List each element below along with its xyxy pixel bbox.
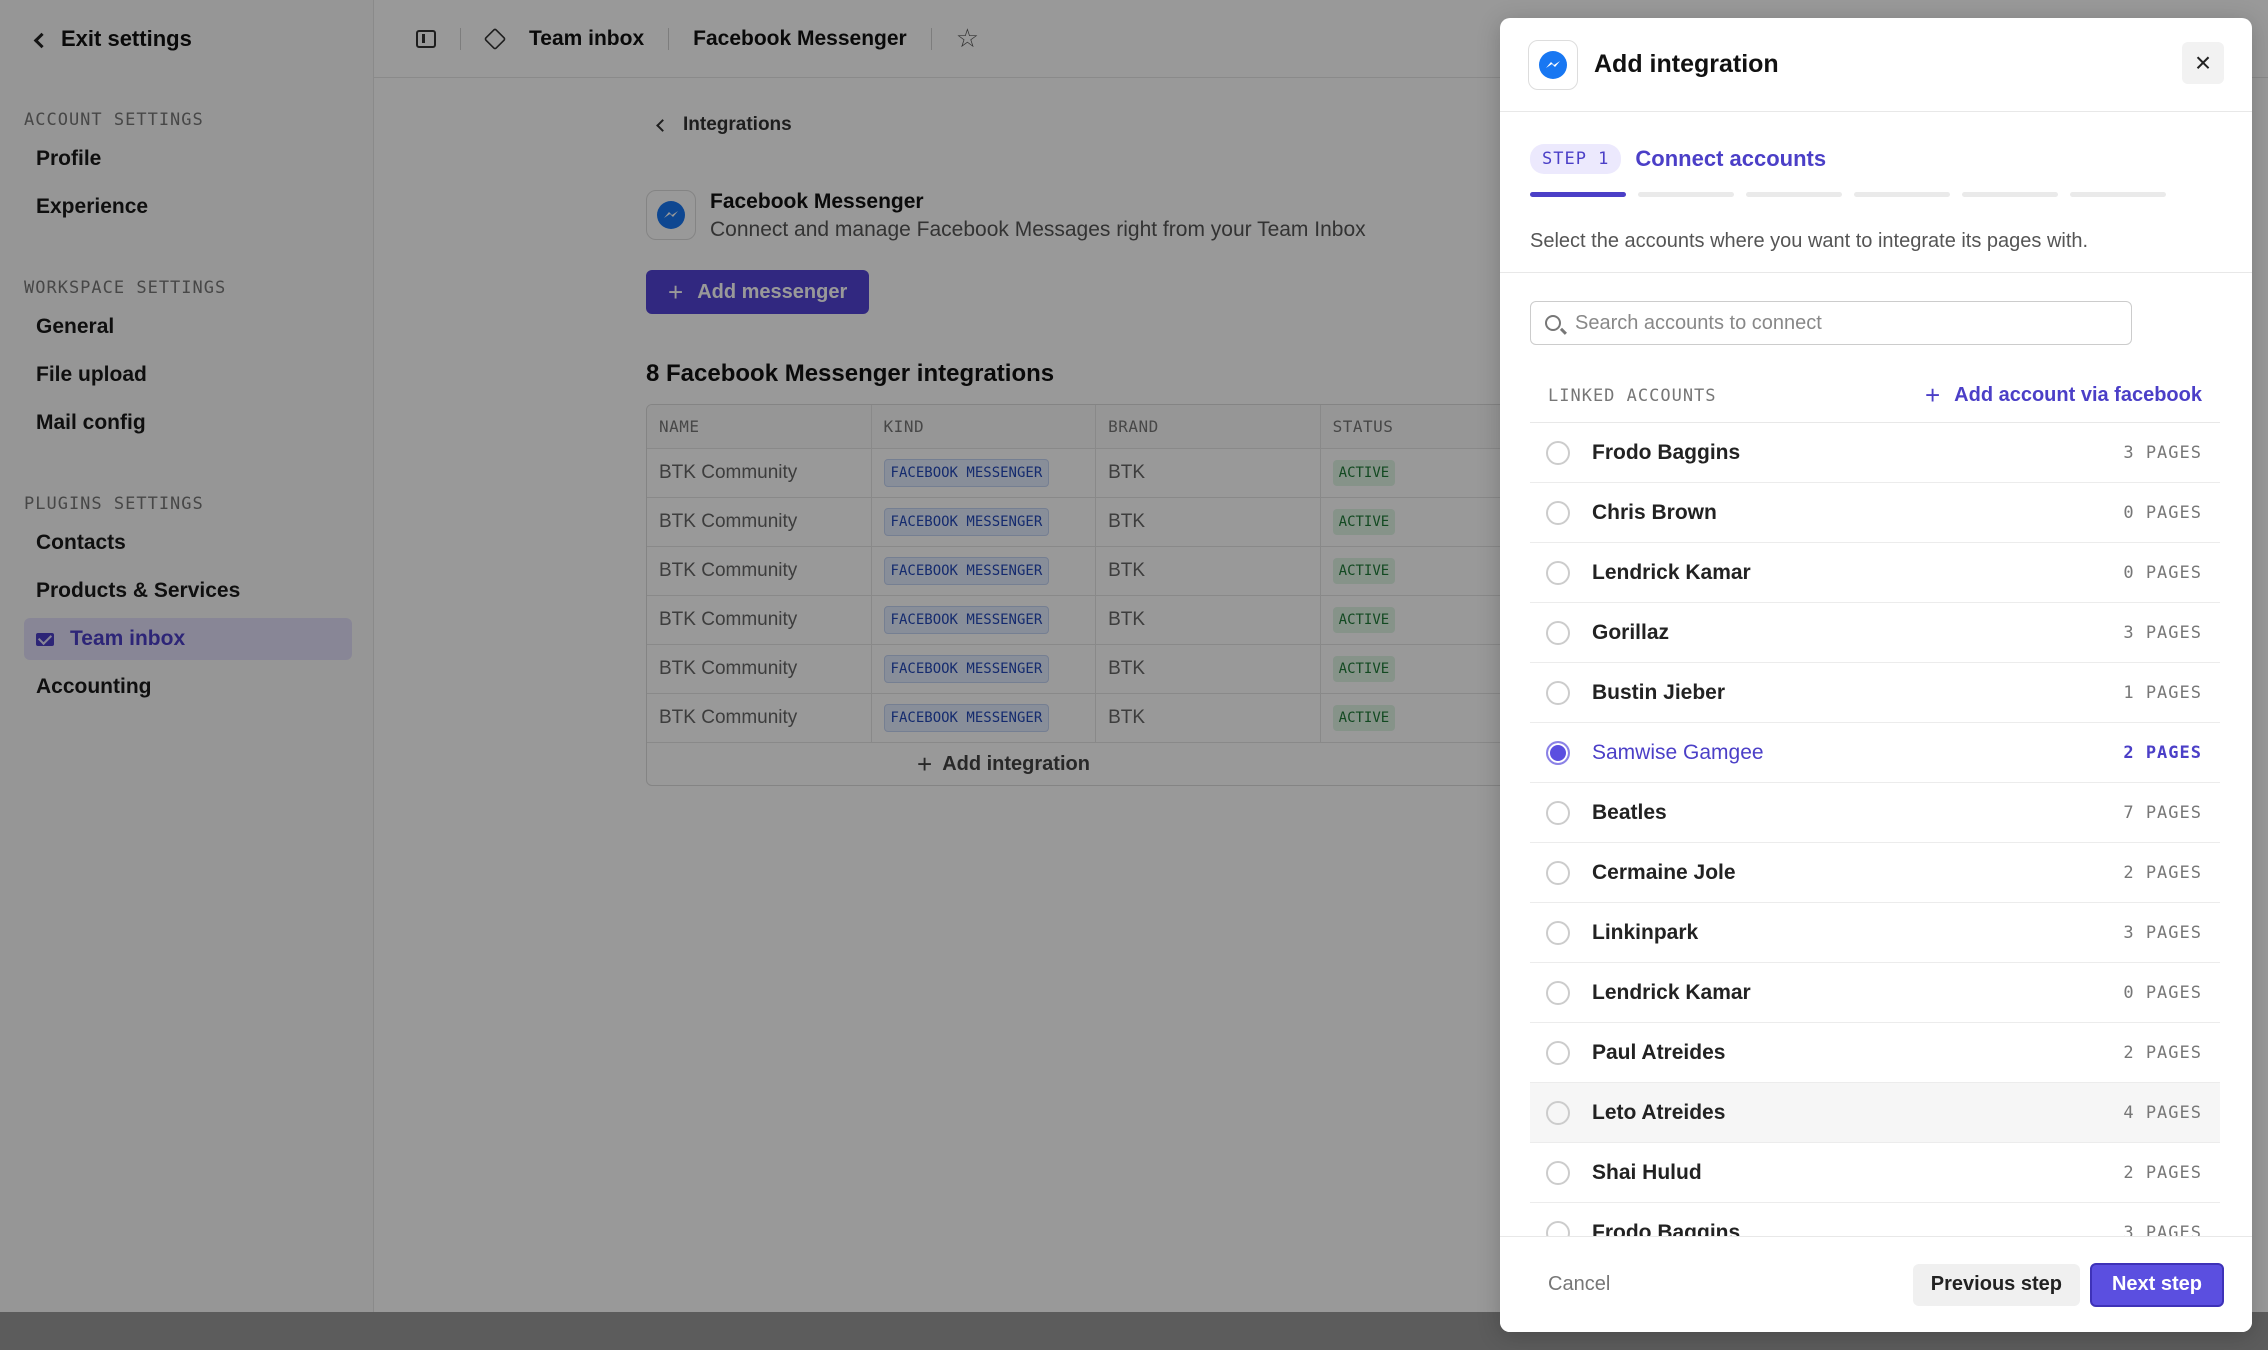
account-page-count: 7 PAGES [2123, 802, 2202, 823]
account-page-count: 4 PAGES [2123, 1102, 2202, 1123]
account-row[interactable]: Bustin Jieber 1 PAGES [1530, 663, 2220, 723]
account-name: Gorillaz [1592, 620, 1670, 644]
account-radio[interactable] [1546, 680, 1570, 705]
modal-footer: Cancel Previous step Next step [1500, 1236, 2252, 1332]
account-name: Lendrick Kamar [1592, 980, 1751, 1004]
search-input[interactable] [1575, 311, 2095, 335]
search-icon [1545, 315, 1561, 331]
add-integration-modal: Add integration × STEP 1 Connect account… [1500, 18, 2252, 1332]
close-button[interactable]: × [2182, 42, 2224, 84]
progress-segment [1746, 192, 1842, 197]
previous-step-button[interactable]: Previous step [1912, 1263, 2080, 1306]
account-radio[interactable] [1546, 440, 1570, 465]
add-account-via-facebook-button[interactable]: + Add account via facebook [1925, 380, 2220, 411]
account-page-count: 3 PAGES [2123, 622, 2202, 643]
account-page-count: 2 PAGES [2123, 1042, 2202, 1063]
progress-segment [2070, 192, 2166, 197]
account-page-count: 2 PAGES [2123, 1162, 2202, 1183]
account-name: Leto Atreides [1592, 1100, 1726, 1124]
account-radio[interactable] [1546, 1100, 1570, 1125]
account-row[interactable]: Cermaine Jole 2 PAGES [1530, 843, 2220, 903]
divider [1500, 272, 2252, 273]
account-page-count: 0 PAGES [2123, 982, 2202, 1003]
step-description: Select the accounts where you want to in… [1530, 230, 2089, 252]
account-page-count: 3 PAGES [2123, 922, 2202, 943]
account-name: Linkinpark [1592, 920, 1699, 944]
account-name: Frodo Baggins [1592, 440, 1741, 464]
account-radio[interactable] [1546, 500, 1570, 525]
account-name: Lendrick Kamar [1592, 560, 1751, 584]
progress-segment [1854, 192, 1950, 197]
progress-segment [1530, 192, 1626, 197]
account-radio[interactable] [1546, 560, 1570, 585]
account-row[interactable]: Linkinpark 3 PAGES [1530, 903, 2220, 963]
add-account-label: Add account via facebook [1954, 384, 2202, 406]
account-name: Beatles [1592, 800, 1667, 824]
account-row[interactable]: Beatles 7 PAGES [1530, 783, 2220, 843]
step-progress [1530, 192, 2166, 197]
account-radio[interactable] [1546, 1160, 1570, 1185]
accounts-list[interactable]: Frodo Baggins 3 PAGES Chris Brown 0 PAGES Le… [1530, 422, 2220, 1254]
account-page-count: 2 PAGES [2123, 742, 2202, 763]
linked-accounts-header: LINKED ACCOUNTS + Add account via facebo… [1530, 380, 2220, 411]
next-step-button[interactable]: Next step [2089, 1262, 2224, 1307]
account-row[interactable]: Leto Atreides 4 PAGES [1530, 1083, 2220, 1143]
account-radio[interactable] [1546, 800, 1570, 825]
account-name: Shai Hulud [1592, 1160, 1702, 1184]
account-radio[interactable] [1546, 620, 1570, 645]
account-name: Bustin Jieber [1592, 680, 1726, 704]
modal-title: Add integration [1594, 50, 1779, 78]
account-radio[interactable] [1546, 980, 1570, 1005]
account-row[interactable]: Shai Hulud 2 PAGES [1530, 1143, 2220, 1203]
close-icon: × [2194, 47, 2212, 78]
account-name: Paul Atreides [1592, 1040, 1726, 1064]
linked-accounts-label: LINKED ACCOUNTS [1548, 385, 1717, 406]
cancel-button[interactable]: Cancel [1548, 1273, 1913, 1296]
account-page-count: 2 PAGES [2123, 862, 2202, 883]
step-label: Connect accounts [1635, 146, 1827, 171]
plus-icon: + [1924, 380, 1941, 410]
account-name: Cermaine Jole [1592, 860, 1736, 884]
modal-header: Add integration [1500, 18, 2252, 112]
progress-segment [1962, 192, 2058, 197]
account-name: Chris Brown [1592, 500, 1717, 524]
progress-segment [1638, 192, 1734, 197]
account-page-count: 1 PAGES [2123, 682, 2202, 703]
step-badge: STEP 1 [1530, 144, 1622, 174]
account-row[interactable]: Gorillaz 3 PAGES [1530, 603, 2220, 663]
search-accounts-field[interactable] [1530, 301, 2132, 345]
account-page-count: 0 PAGES [2123, 562, 2202, 583]
account-radio[interactable] [1546, 1040, 1570, 1065]
account-name: Samwise Gamgee [1592, 740, 1764, 764]
account-row[interactable]: Paul Atreides 2 PAGES [1530, 1023, 2220, 1083]
account-radio[interactable] [1546, 740, 1570, 765]
account-page-count: 0 PAGES [2123, 502, 2202, 523]
messenger-logo-icon [1528, 39, 1578, 90]
step-indicator: STEP 1 Connect accounts [1530, 144, 1826, 174]
account-row[interactable]: Lendrick Kamar 0 PAGES [1530, 543, 2220, 603]
account-page-count: 3 PAGES [2123, 442, 2202, 463]
account-row[interactable]: Chris Brown 0 PAGES [1530, 483, 2220, 543]
account-row[interactable]: Lendrick Kamar 0 PAGES [1530, 963, 2220, 1023]
account-row[interactable]: Samwise Gamgee 2 PAGES [1530, 723, 2220, 783]
account-row[interactable]: Frodo Baggins 3 PAGES [1530, 423, 2220, 483]
account-radio[interactable] [1546, 920, 1570, 945]
account-radio[interactable] [1546, 860, 1570, 885]
